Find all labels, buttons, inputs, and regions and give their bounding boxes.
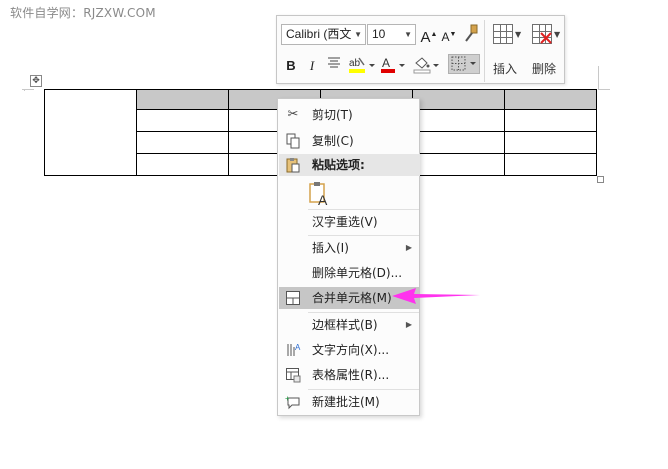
menu-item-label: 新建批注(M) — [312, 395, 380, 409]
chevron-down-icon: ▼ — [404, 30, 412, 39]
menu-item-new-comment[interactable]: + 新建批注(M) — [279, 391, 420, 413]
chevron-right-icon: ▶ — [405, 320, 412, 329]
menu-item-label: 合并单元格(M) — [312, 291, 392, 305]
menu-separator — [308, 235, 419, 236]
highlight-button[interactable]: ab — [347, 55, 377, 75]
table-cell[interactable] — [412, 109, 505, 132]
table-resize-handle[interactable] — [597, 176, 604, 183]
menu-separator — [308, 389, 419, 390]
font-size-select[interactable]: 10 ▼ — [367, 24, 416, 45]
font-color-button[interactable]: A — [379, 55, 407, 75]
menu-item-copy[interactable]: 复制(C) — [279, 130, 420, 152]
menu-item-label: 剪切(T) — [312, 108, 353, 122]
comment-icon: + — [285, 394, 301, 410]
center-align-button[interactable] — [324, 56, 344, 76]
menu-separator — [308, 209, 419, 210]
chevron-right-icon: ▶ — [405, 243, 412, 252]
table-properties-icon — [285, 367, 301, 383]
merge-cells-icon — [285, 290, 301, 306]
grow-font-button[interactable]: A▲ — [420, 25, 438, 46]
table-cell[interactable] — [412, 153, 505, 176]
menu-item-label: 表格属性(R)... — [312, 368, 390, 382]
font-name-value: Calibri (西文 — [286, 27, 352, 41]
text-direction-icon: A — [285, 342, 301, 358]
chevron-down-icon: ▼ — [554, 30, 561, 39]
menu-item-label: 粘贴选项: — [312, 158, 365, 172]
shrink-font-button[interactable]: A▼ — [440, 25, 458, 45]
table-cell[interactable] — [504, 131, 597, 154]
grow-font-icon: A — [420, 29, 431, 46]
delete-button[interactable]: ▼ 删除 — [525, 20, 563, 80]
table-cell[interactable] — [412, 131, 505, 154]
menu-item-cut[interactable]: ✂ 剪切(T) — [279, 104, 420, 126]
clipboard-icon — [285, 157, 301, 173]
insert-label: 插入 — [492, 62, 517, 76]
menu-item-reselect[interactable]: 汉字重选(V) — [279, 211, 420, 233]
font-size-value: 10 — [372, 27, 386, 41]
scissors-icon: ✂ — [287, 107, 299, 122]
annotation-arrow — [392, 288, 480, 304]
chevron-down-icon: ▼ — [515, 30, 522, 39]
menu-item-text-direction[interactable]: A 文字方向(X)... — [279, 339, 420, 361]
svg-text:A: A — [382, 56, 390, 70]
menu-item-label: 删除单元格(D)... — [312, 266, 403, 280]
borders-icon — [451, 56, 476, 71]
margin-mark-top-right — [598, 89, 610, 90]
highlight-icon: ab — [349, 57, 375, 73]
table-cell[interactable] — [504, 153, 597, 176]
header-cell[interactable] — [412, 89, 505, 110]
menu-item-label: 边框样式(B) — [312, 318, 378, 332]
mini-toolbar: Calibri (西文 ▼ 10 ▼ A▲ A▼ B I ab A ▼ 插入 ▼… — [276, 15, 565, 84]
toolbar-separator — [484, 20, 485, 82]
italic-button[interactable]: I — [304, 56, 320, 76]
paste-keep-text-icon[interactable]: A — [309, 181, 331, 208]
menu-item-label: 插入(I) — [312, 241, 349, 255]
table-insert-icon — [493, 24, 513, 44]
paint-bucket-icon — [413, 57, 439, 74]
context-menu: ✂ 剪切(T) 复制(C) 粘贴选项: A 汉字重选(V) 插入(I) ▶ 删除… — [277, 98, 420, 416]
margin-mark-top-left — [22, 89, 34, 90]
table-move-handle[interactable]: ✥ — [30, 75, 42, 87]
watermark-text: 软件自学网：RJZXW.COM — [10, 6, 156, 20]
font-name-select[interactable]: Calibri (西文 ▼ — [281, 24, 366, 45]
menu-separator — [308, 312, 419, 313]
header-cell[interactable] — [136, 89, 229, 110]
bold-icon: B — [286, 58, 296, 73]
font-color-icon: A — [381, 56, 405, 73]
table-cell[interactable] — [136, 153, 229, 176]
menu-item-delete-cells[interactable]: 删除单元格(D)... — [279, 262, 420, 284]
format-painter-button[interactable] — [461, 23, 481, 43]
format-painter-icon — [465, 24, 478, 42]
menu-item-insert[interactable]: 插入(I) ▶ — [279, 237, 420, 259]
svg-text:ab: ab — [349, 58, 361, 69]
svg-text:A: A — [318, 192, 328, 207]
delete-label: 删除 — [531, 62, 556, 76]
table-cell[interactable] — [136, 109, 229, 132]
table-delete-icon — [532, 24, 552, 44]
italic-icon: I — [309, 58, 315, 73]
borders-button[interactable] — [448, 54, 480, 74]
merged-left-cell[interactable] — [44, 89, 137, 176]
menu-item-border-styles[interactable]: 边框样式(B) ▶ — [279, 314, 420, 336]
margin-mark-left — [24, 90, 25, 91]
margin-mark-right — [598, 66, 599, 89]
menu-item-label: 文字方向(X)... — [312, 343, 390, 357]
menu-item-table-properties[interactable]: 表格属性(R)... — [279, 364, 420, 386]
header-cell[interactable] — [504, 89, 597, 110]
shrink-font-icon: A — [441, 30, 450, 44]
table-cell[interactable] — [504, 109, 597, 132]
svg-text:A: A — [295, 343, 301, 352]
chevron-down-icon: ▼ — [354, 30, 362, 39]
svg-text:+: + — [285, 394, 290, 403]
menu-item-label: 复制(C) — [312, 134, 354, 148]
paste-options-header: 粘贴选项: — [279, 154, 420, 176]
shading-button[interactable] — [412, 55, 442, 75]
menu-item-label: 汉字重选(V) — [312, 215, 378, 229]
center-align-icon — [328, 57, 340, 68]
copy-icon — [285, 133, 301, 149]
bold-button[interactable]: B — [282, 56, 300, 76]
insert-button[interactable]: ▼ 插入 — [486, 20, 524, 80]
table-cell[interactable] — [136, 131, 229, 154]
